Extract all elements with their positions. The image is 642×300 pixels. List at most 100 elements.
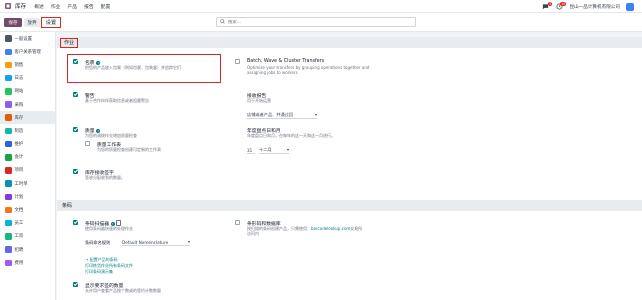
top-navbar: 库存 概述 作业 产品 报告 配置 5 10 昆山一品计算机有限公司 bbox=[0, 0, 642, 13]
chat-badge: 5 bbox=[548, 1, 553, 6]
recruitment-icon bbox=[5, 246, 12, 253]
sidebar-item-maintenance[interactable]: 维护 bbox=[0, 138, 55, 151]
sidebar-item-recruitment[interactable]: 招聘 bbox=[0, 243, 55, 256]
sidebar-item-project[interactable]: 项目 bbox=[0, 164, 55, 177]
planning-icon bbox=[5, 193, 12, 201]
sidebar-item-log[interactable]: 日志 bbox=[0, 72, 55, 85]
settings-content: 作业 包裹? 把您的产品放入包裹（例如包裹、包装盒）并追踪它们 Batch, W… bbox=[57, 32, 642, 300]
quality-desc: 为您的调拨作业增加质量检查 bbox=[85, 133, 137, 138]
quality-checkbox[interactable] bbox=[73, 127, 78, 132]
sidebar-item-employees[interactable]: 员工 bbox=[0, 217, 55, 230]
company-switcher[interactable]: 昆山一品计算机有限公司 bbox=[569, 4, 620, 10]
menu-configuration[interactable]: 配置 bbox=[101, 3, 111, 10]
operations-section-title: 作业 bbox=[60, 37, 79, 48]
breadcrumb: 设置 bbox=[41, 17, 61, 28]
print-demo-barcodes-link[interactable]: 打印条码演示集 bbox=[85, 269, 113, 275]
operations-panel: 包裹? 把您的产品放入包裹（例如包裹、包装盒）并追踪它们 Batch, Wave… bbox=[57, 48, 642, 200]
barcode-lookup-desc-2: 交易所 bbox=[350, 226, 363, 231]
barcode-lookup-desc-3: 访问内 bbox=[247, 231, 259, 236]
packages-checkbox[interactable] bbox=[73, 59, 78, 64]
annual-month-select[interactable]: 十二月 bbox=[259, 147, 289, 154]
quality-worksheet-checkbox[interactable] bbox=[85, 141, 90, 146]
main-menu: 概述 作业 产品 报告 配置 bbox=[34, 3, 110, 10]
barcode-scanner-checkbox[interactable] bbox=[73, 220, 78, 225]
receipt-signature-checkbox[interactable] bbox=[73, 169, 78, 174]
control-panel: 保存 放弃 设置 bbox=[0, 13, 642, 32]
sidebar-item-inventory[interactable]: 库存 bbox=[0, 111, 55, 125]
annual-day-field[interactable]: 31 bbox=[247, 147, 255, 154]
menu-products[interactable]: 产品 bbox=[67, 3, 77, 10]
sidebar-item-timesheet[interactable]: 工时单 bbox=[0, 177, 55, 190]
systray: 5 10 昆山一品计算机有限公司 bbox=[541, 0, 634, 13]
nomenclature-select[interactable]: Default Nomenclature bbox=[122, 239, 190, 246]
user-avatar[interactable] bbox=[626, 2, 634, 11]
show-quantities-checkbox[interactable] bbox=[73, 282, 78, 287]
documents-icon bbox=[5, 206, 12, 214]
app-logo-icon[interactable] bbox=[4, 2, 12, 10]
inventory-icon bbox=[5, 114, 12, 121]
sales-icon bbox=[5, 61, 12, 69]
sidebar-item-sales[interactable]: 销售 bbox=[0, 58, 55, 71]
manufacturing-icon bbox=[5, 127, 12, 135]
reception-select[interactable]: 店铺或者产品、并通过回 bbox=[247, 112, 317, 119]
chevron-down-icon bbox=[287, 149, 289, 151]
annual-inventory-desc: 年度盘点日和月，在每年的这一天和这一月进行。 bbox=[247, 133, 335, 138]
barcode-lookup-link[interactable]: barcodelookup.com bbox=[311, 226, 350, 231]
project-icon bbox=[5, 167, 12, 174]
barcode-lookup-checkbox[interactable] bbox=[235, 220, 240, 225]
activity-badge: 10 bbox=[560, 1, 567, 6]
save-button[interactable]: 保存 bbox=[4, 18, 22, 27]
log-icon bbox=[5, 74, 12, 82]
discard-button[interactable]: 放弃 bbox=[24, 18, 40, 27]
warnings-desc: 基于合作伙伴获取信息或者阻塞警告 bbox=[85, 98, 149, 103]
nomenclature-value: Default Nomenclature bbox=[122, 239, 169, 245]
expenses-icon bbox=[5, 259, 12, 267]
reception-desc: 用于开始运营 bbox=[247, 98, 271, 103]
employees-icon bbox=[5, 219, 12, 227]
menu-operations[interactable]: 作业 bbox=[51, 3, 61, 10]
sidebar-item-manufacturing[interactable]: 制造 bbox=[0, 124, 55, 137]
search-input[interactable] bbox=[228, 19, 408, 25]
sidebar-item-documents[interactable]: 文档 bbox=[0, 203, 55, 216]
show-quantities-desc: 允许用户查看产品按个数或的签约计数数量 bbox=[85, 288, 161, 293]
sidebar-item-website[interactable]: 网站 bbox=[0, 85, 55, 98]
sidebar-item-payroll[interactable]: 工资 bbox=[0, 230, 55, 243]
settings-app-sidebar: 一般设置 客户关系管理 销售 日志 网站 采购 库存 制造 维护 会计 项目 工… bbox=[0, 32, 56, 300]
sidebar-item-planning[interactable]: 计划 bbox=[0, 190, 55, 203]
sidebar-item-purchase[interactable]: 采购 bbox=[0, 98, 55, 111]
chevron-down-icon bbox=[188, 241, 190, 243]
timesheet-icon bbox=[5, 180, 12, 187]
app-name[interactable]: 库存 bbox=[15, 2, 26, 10]
search-box[interactable] bbox=[216, 17, 416, 27]
reception-select-value: 店铺或者产品、并通过回 bbox=[247, 112, 294, 117]
sidebar-item-expenses[interactable]: 费用 bbox=[0, 256, 55, 269]
annual-month-value: 十二月 bbox=[259, 147, 272, 152]
purchase-icon bbox=[5, 101, 12, 108]
maintenance-icon bbox=[5, 140, 12, 148]
nomenclature-label: 条码命名规则 bbox=[85, 240, 111, 245]
operations-section-header: 作业 bbox=[57, 37, 642, 48]
payroll-icon bbox=[5, 233, 12, 240]
accounting-icon bbox=[5, 154, 12, 161]
quality-worksheet-desc: 为您的质量检查创建可定制的工作表 bbox=[97, 147, 161, 152]
chat-icon[interactable]: 5 bbox=[541, 1, 553, 11]
receipt-signature-desc: 签收分配收到的数量。 bbox=[85, 175, 125, 180]
menu-overview[interactable]: 概述 bbox=[34, 3, 44, 10]
barcode-section-header: 条码 bbox=[57, 200, 642, 211]
chevron-down-icon bbox=[315, 114, 317, 116]
search-icon bbox=[220, 18, 225, 26]
website-icon bbox=[5, 88, 12, 95]
warnings-checkbox[interactable] bbox=[73, 92, 78, 97]
crm-icon bbox=[5, 48, 12, 56]
activity-clock-icon[interactable]: 10 bbox=[555, 1, 567, 11]
sidebar-item-general[interactable]: 一般设置 bbox=[0, 32, 55, 45]
batch-transfers-checkbox[interactable] bbox=[235, 59, 240, 64]
sidebar-item-accounting[interactable]: 会计 bbox=[0, 151, 55, 164]
barcode-section-title: 条码 bbox=[62, 203, 73, 209]
menu-reporting[interactable]: 报告 bbox=[84, 3, 94, 10]
general-settings-icon bbox=[5, 35, 12, 42]
barcode-scanner-desc: 使用条码器快速的处理作业 bbox=[85, 226, 133, 231]
batch-transfers-desc-2: assigning jobs to workers bbox=[247, 70, 298, 75]
sidebar-item-crm[interactable]: 客户关系管理 bbox=[0, 45, 55, 58]
barcode-panel: 条码扫描器? 使用条码器快速的处理作业 条码命名规则 Default Nomen… bbox=[57, 211, 642, 300]
